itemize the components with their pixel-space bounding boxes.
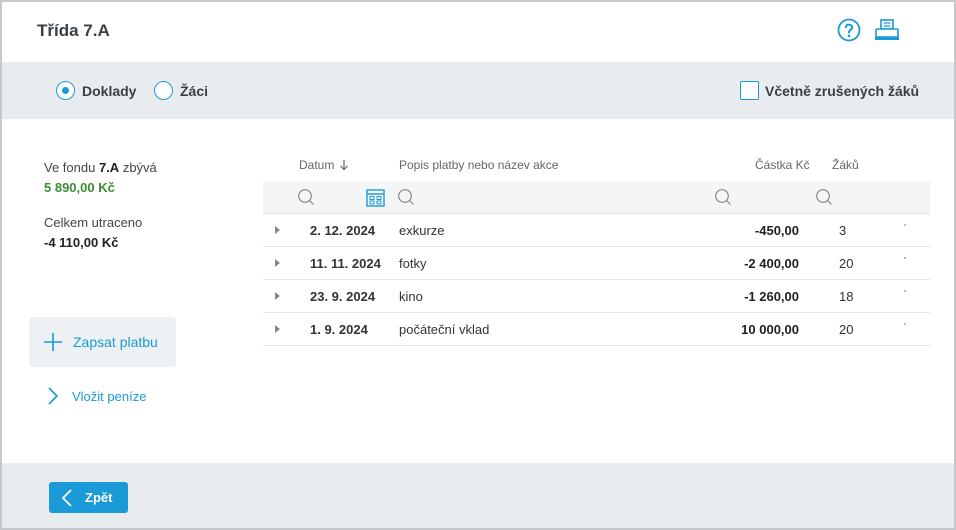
transactions-table: Datum Popis platby nebo název akce Částk… xyxy=(263,150,930,346)
table-row[interactable]: 23. 9. 2024 kino -1 260,00 18 xyxy=(263,280,930,313)
chevron-left-icon xyxy=(61,488,72,507)
table-header: Datum Popis platby nebo název akce Částk… xyxy=(263,150,930,181)
row-students: 18 xyxy=(839,289,854,304)
fund-suffix: zbývá xyxy=(122,160,157,175)
row-description: počáteční vklad xyxy=(399,322,490,337)
col-amount-header[interactable]: Částka Kč xyxy=(755,158,810,172)
table-row[interactable]: 2. 12. 2024 exkurze -450,00 3 xyxy=(263,214,930,247)
row-marker xyxy=(904,257,906,259)
fund-prefix: Ve fondu xyxy=(44,160,96,175)
spent-label: Celkem utraceno xyxy=(44,215,143,230)
include-cancelled-label: Včetně zrušených žáků xyxy=(765,82,920,99)
calendar-icon[interactable] xyxy=(366,188,385,207)
radio-documents-circle[interactable] xyxy=(56,81,75,100)
fund-remaining: Ve fondu 7.A zbývá 5 890,00 Kč xyxy=(44,158,157,198)
back-label: Zpět xyxy=(85,490,113,505)
row-marker xyxy=(904,224,906,226)
radio-students[interactable]: Žáci xyxy=(154,81,208,100)
chevron-right-icon xyxy=(48,387,59,405)
page-title: Třída 7.A xyxy=(37,21,110,40)
row-date: 11. 11. 2024 xyxy=(310,256,381,271)
search-icon[interactable] xyxy=(714,188,732,206)
row-marker xyxy=(904,290,906,292)
row-date: 2. 12. 2024 xyxy=(310,223,376,238)
deposit-money-link[interactable]: Vložit peníze xyxy=(46,386,146,406)
col-description-header[interactable]: Popis platby nebo název akce xyxy=(399,158,558,172)
row-students: 20 xyxy=(839,322,854,337)
filter-row xyxy=(263,181,930,214)
fund-remaining-value: 5 890,00 Kč xyxy=(44,180,115,195)
plus-icon xyxy=(44,333,62,351)
radio-students-label: Žáci xyxy=(180,82,209,99)
row-description: fotky xyxy=(399,256,427,271)
row-amount: -1 260,00 xyxy=(744,289,799,304)
table-row[interactable]: 1. 9. 2024 počáteční vklad 10 000,00 20 xyxy=(263,313,930,346)
add-payment-label: Zapsat platbu xyxy=(73,334,158,350)
col-students-header[interactable]: Žáků xyxy=(832,158,859,172)
radio-documents-label: Doklady xyxy=(82,82,137,99)
expand-arrow-icon[interactable] xyxy=(275,259,280,267)
row-description: exkurze xyxy=(399,223,445,238)
row-students: 3 xyxy=(839,223,847,238)
back-button[interactable]: Zpět xyxy=(49,482,128,513)
page-header: Třída 7.A xyxy=(2,2,954,62)
search-icon[interactable] xyxy=(297,188,315,206)
radio-students-circle[interactable] xyxy=(154,81,173,100)
table-row[interactable]: 11. 11. 2024 fotky -2 400,00 20 xyxy=(263,247,930,280)
row-description: kino xyxy=(399,289,423,304)
filter-bar: Doklady Žáci Včetně zrušených žáků xyxy=(2,62,954,119)
row-date: 1. 9. 2024 xyxy=(310,322,368,337)
spent-value: -4 110,00 Kč xyxy=(44,235,119,250)
row-amount: -2 400,00 xyxy=(744,256,799,271)
expand-arrow-icon[interactable] xyxy=(275,226,280,234)
expand-arrow-icon[interactable] xyxy=(275,325,280,333)
window: Třída 7.A Doklady Žáci Včetně zrušených … xyxy=(0,0,956,530)
col-date-header[interactable]: Datum xyxy=(299,158,334,172)
include-cancelled-box[interactable] xyxy=(740,81,759,100)
footer-bar xyxy=(2,463,954,528)
search-icon[interactable] xyxy=(815,188,833,206)
sort-down-icon[interactable] xyxy=(339,159,349,171)
expand-arrow-icon[interactable] xyxy=(275,292,280,300)
deposit-money-label: Vložit peníze xyxy=(72,388,147,404)
radio-documents[interactable]: Doklady xyxy=(56,81,136,100)
search-icon[interactable] xyxy=(397,188,415,206)
row-amount: 10 000,00 xyxy=(741,322,799,337)
print-icon[interactable] xyxy=(873,18,901,42)
row-amount: -450,00 xyxy=(754,223,799,238)
include-cancelled-checkbox[interactable]: Včetně zrušených žáků xyxy=(740,81,919,100)
row-date: 23. 9. 2024 xyxy=(310,289,376,304)
fund-class: 7.A xyxy=(98,160,120,175)
add-payment-button[interactable]: Zapsat platbu xyxy=(29,317,176,367)
help-icon[interactable] xyxy=(837,18,861,42)
row-students: 20 xyxy=(839,256,854,271)
row-marker xyxy=(904,323,906,325)
